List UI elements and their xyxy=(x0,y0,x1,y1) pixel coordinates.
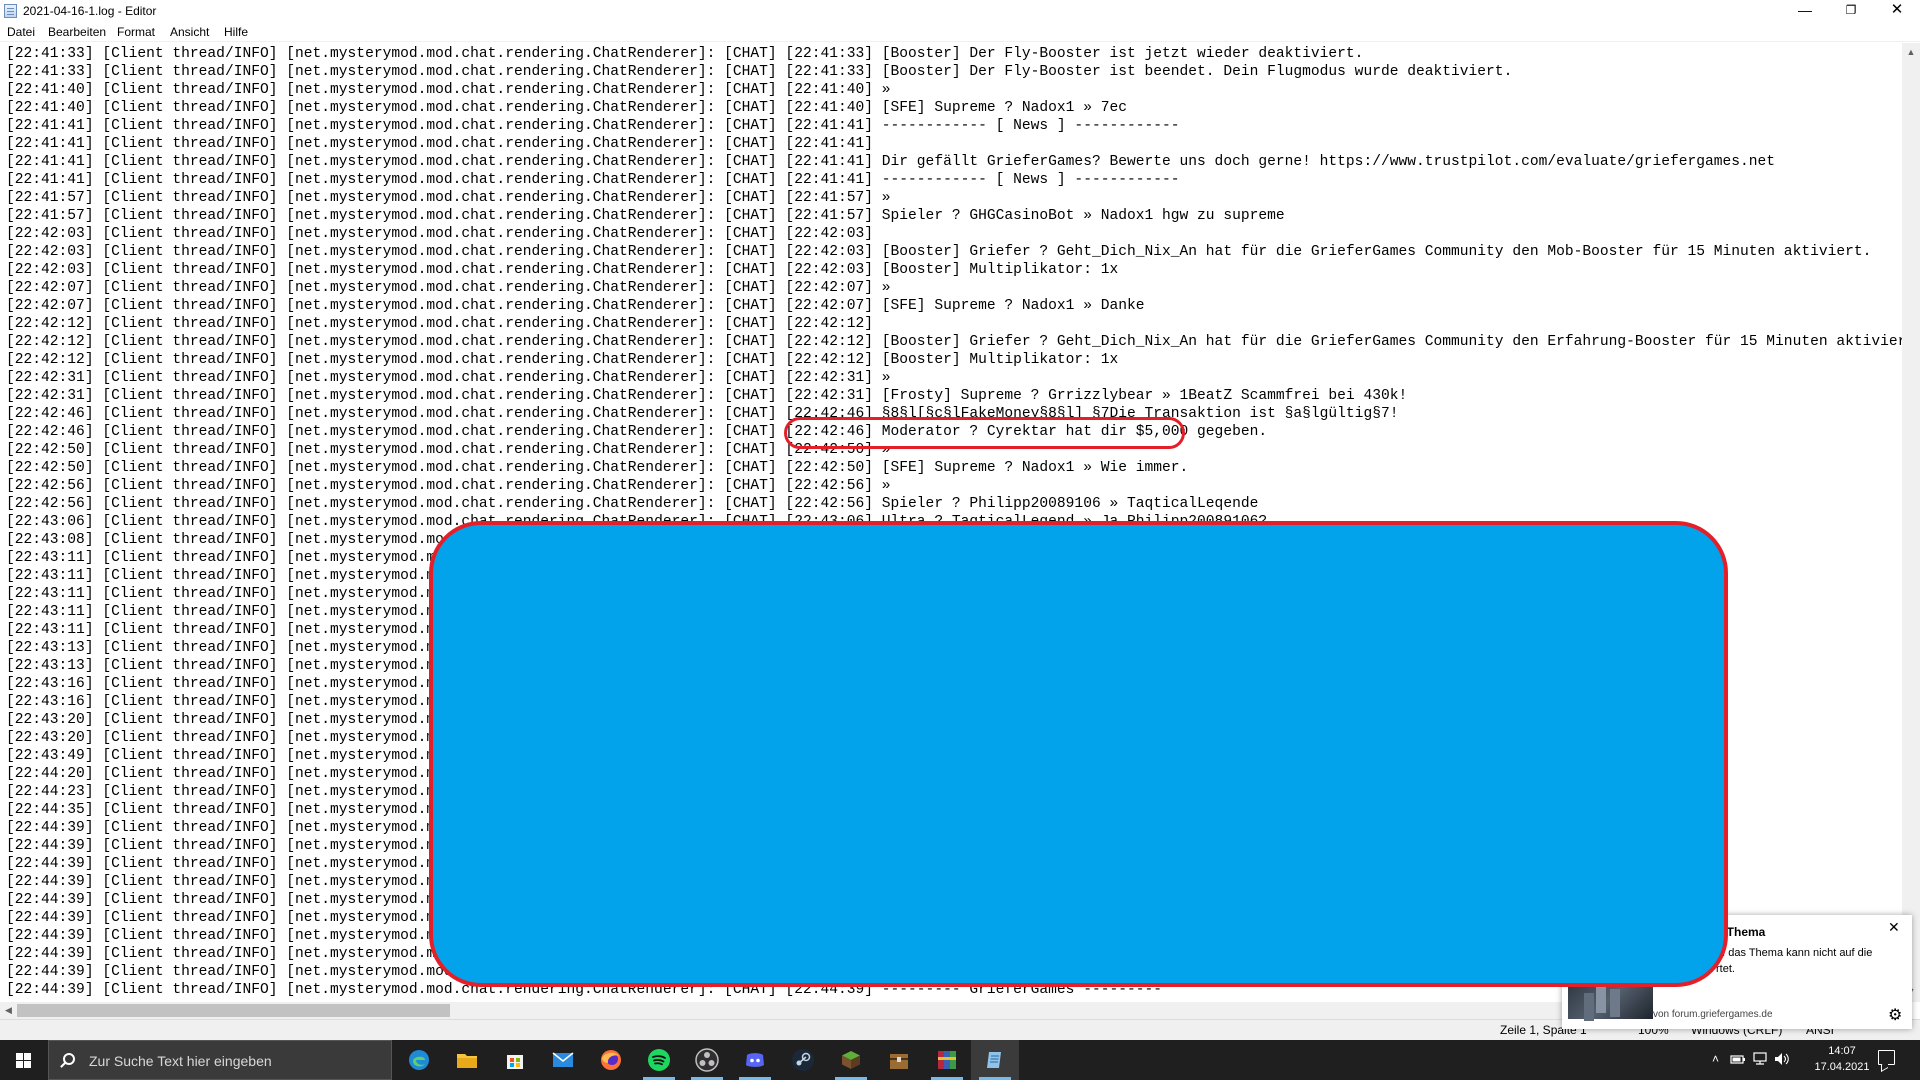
firefox-icon xyxy=(601,1050,621,1070)
log-line: [22:42:12] [Client thread/INFO] [net.mys… xyxy=(6,334,1902,350)
log-line: [22:42:12] [Client thread/INFO] [net.mys… xyxy=(6,352,1119,368)
mail-icon xyxy=(552,1052,574,1067)
taskbar-chest-app[interactable] xyxy=(875,1040,923,1080)
taskbar-steam[interactable] xyxy=(779,1040,827,1080)
menu-format[interactable]: Format xyxy=(117,25,155,39)
log-line: [22:42:12] [Client thread/INFO] [net.mys… xyxy=(6,316,874,332)
log-line: [22:41:40] [Client thread/INFO] [net.mys… xyxy=(6,82,891,98)
log-line: [22:41:33] [Client thread/INFO] [net.mys… xyxy=(6,64,1513,80)
menu-datei[interactable]: Datei xyxy=(7,25,35,39)
horizontal-scroll-thumb[interactable] xyxy=(17,1004,450,1017)
log-line: [22:41:57] [Client thread/INFO] [net.mys… xyxy=(6,208,1285,224)
log-line: [22:41:41] [Client thread/INFO] [net.mys… xyxy=(6,118,1180,134)
taskbar-firefox[interactable] xyxy=(587,1040,635,1080)
log-line: [22:42:03] [Client thread/INFO] [net.mys… xyxy=(6,262,1119,278)
menu-hilfe[interactable]: Hilfe xyxy=(224,25,248,39)
search-icon xyxy=(63,1053,75,1065)
store-icon xyxy=(507,1055,523,1069)
steam-icon xyxy=(792,1049,814,1071)
title-bar: 2021-04-16-1.log - Editor — ❐ ✕ xyxy=(0,0,1920,22)
folder-icon xyxy=(457,1054,477,1068)
notification-body: uf das Thema kann nicht auf die xyxy=(1716,947,1873,959)
taskbar-discord[interactable] xyxy=(731,1040,779,1080)
notification-close-icon[interactable]: ✕ xyxy=(1888,919,1900,936)
log-line: [22:41:41] [Client thread/INFO] [net.mys… xyxy=(6,154,1776,170)
battery-icon[interactable] xyxy=(1730,1053,1746,1065)
discord-icon xyxy=(746,1053,764,1067)
clock-date[interactable]: 17.04.2021 xyxy=(1812,1061,1872,1073)
taskbar-winrar[interactable] xyxy=(923,1040,971,1080)
notepad-icon xyxy=(4,4,17,18)
highlight-oval-annotation xyxy=(784,417,1185,449)
edge-icon xyxy=(409,1050,429,1070)
scroll-up-icon[interactable]: ▲ xyxy=(1902,43,1920,61)
log-line: [22:42:50] [Client thread/INFO] [net.mys… xyxy=(6,460,1189,476)
log-line: [22:42:07] [Client thread/INFO] [net.mys… xyxy=(6,280,891,296)
log-line: [22:42:56] [Client thread/INFO] [net.mys… xyxy=(6,478,891,494)
taskbar-edge[interactable] xyxy=(395,1040,443,1080)
menu-ansicht[interactable]: Ansicht xyxy=(170,25,209,39)
log-line: [22:42:31] [Client thread/INFO] [net.mys… xyxy=(6,370,891,386)
spotify-icon xyxy=(648,1049,670,1071)
log-line: [22:41:41] [Client thread/INFO] [net.mys… xyxy=(6,136,874,152)
taskbar-notepad[interactable] xyxy=(971,1040,1019,1080)
log-line: [22:42:03] [Client thread/INFO] [net.mys… xyxy=(6,226,874,242)
notification-source: von forum.griefergames.de xyxy=(1653,1009,1773,1020)
minimize-button[interactable]: — xyxy=(1782,0,1828,22)
action-center-icon[interactable] xyxy=(1878,1050,1895,1065)
notepad-taskbar-icon xyxy=(987,1052,1001,1068)
log-line: [22:41:33] [Client thread/INFO] [net.mys… xyxy=(6,46,1364,62)
log-line: [22:41:40] [Client thread/INFO] [net.mys… xyxy=(6,100,1127,116)
notification-body-continued: rtet. xyxy=(1716,963,1735,975)
taskbar-search-box[interactable]: Zur Suche Text hier eingeben xyxy=(48,1040,392,1080)
gear-icon[interactable]: ⚙ xyxy=(1888,1005,1902,1025)
redaction-overlay xyxy=(429,521,1728,987)
close-button[interactable]: ✕ xyxy=(1874,0,1920,22)
taskbar-mail[interactable] xyxy=(539,1040,587,1080)
menu-bar: Datei Bearbeiten Format Ansicht Hilfe xyxy=(0,22,1920,42)
network-icon[interactable] xyxy=(1752,1052,1768,1066)
taskbar: Zur Suche Text hier eingeben ˄ 14:07 17.… xyxy=(0,1040,1920,1080)
search-placeholder: Zur Suche Text hier eingeben xyxy=(89,1053,272,1069)
tray-chevron-up-icon[interactable]: ˄ xyxy=(1712,1052,1719,1066)
taskbar-spotify[interactable] xyxy=(635,1040,683,1080)
chest-icon xyxy=(890,1054,908,1069)
scroll-left-icon[interactable]: ◀ xyxy=(0,1002,17,1019)
volume-icon[interactable] xyxy=(1774,1052,1790,1066)
log-line: [22:42:56] [Client thread/INFO] [net.mys… xyxy=(6,496,1259,512)
vertical-scrollbar[interactable]: ▲ ▼ xyxy=(1902,43,1920,1002)
taskbar-obs[interactable] xyxy=(683,1040,731,1080)
log-line: [22:42:03] [Client thread/INFO] [net.mys… xyxy=(6,244,1872,260)
obs-icon xyxy=(695,1048,719,1072)
winrar-icon xyxy=(938,1051,956,1069)
log-line: [22:42:07] [Client thread/INFO] [net.mys… xyxy=(6,298,1145,314)
clock-time[interactable]: 14:07 xyxy=(1812,1045,1872,1057)
log-line: [22:41:57] [Client thread/INFO] [net.mys… xyxy=(6,190,891,206)
maximize-button[interactable]: ❐ xyxy=(1828,0,1874,22)
log-line: [22:42:31] [Client thread/INFO] [net.mys… xyxy=(6,388,1408,404)
menu-bearbeiten[interactable]: Bearbeiten xyxy=(48,25,106,39)
taskbar-store[interactable] xyxy=(491,1040,539,1080)
window-title: 2021-04-16-1.log - Editor xyxy=(23,4,157,18)
taskbar-file-explorer[interactable] xyxy=(443,1040,491,1080)
start-button[interactable] xyxy=(0,1040,48,1080)
windows-logo-icon xyxy=(16,1053,31,1068)
taskbar-minecraft[interactable] xyxy=(827,1040,875,1080)
log-line: [22:41:41] [Client thread/INFO] [net.mys… xyxy=(6,172,1180,188)
minecraft-icon xyxy=(842,1051,860,1069)
